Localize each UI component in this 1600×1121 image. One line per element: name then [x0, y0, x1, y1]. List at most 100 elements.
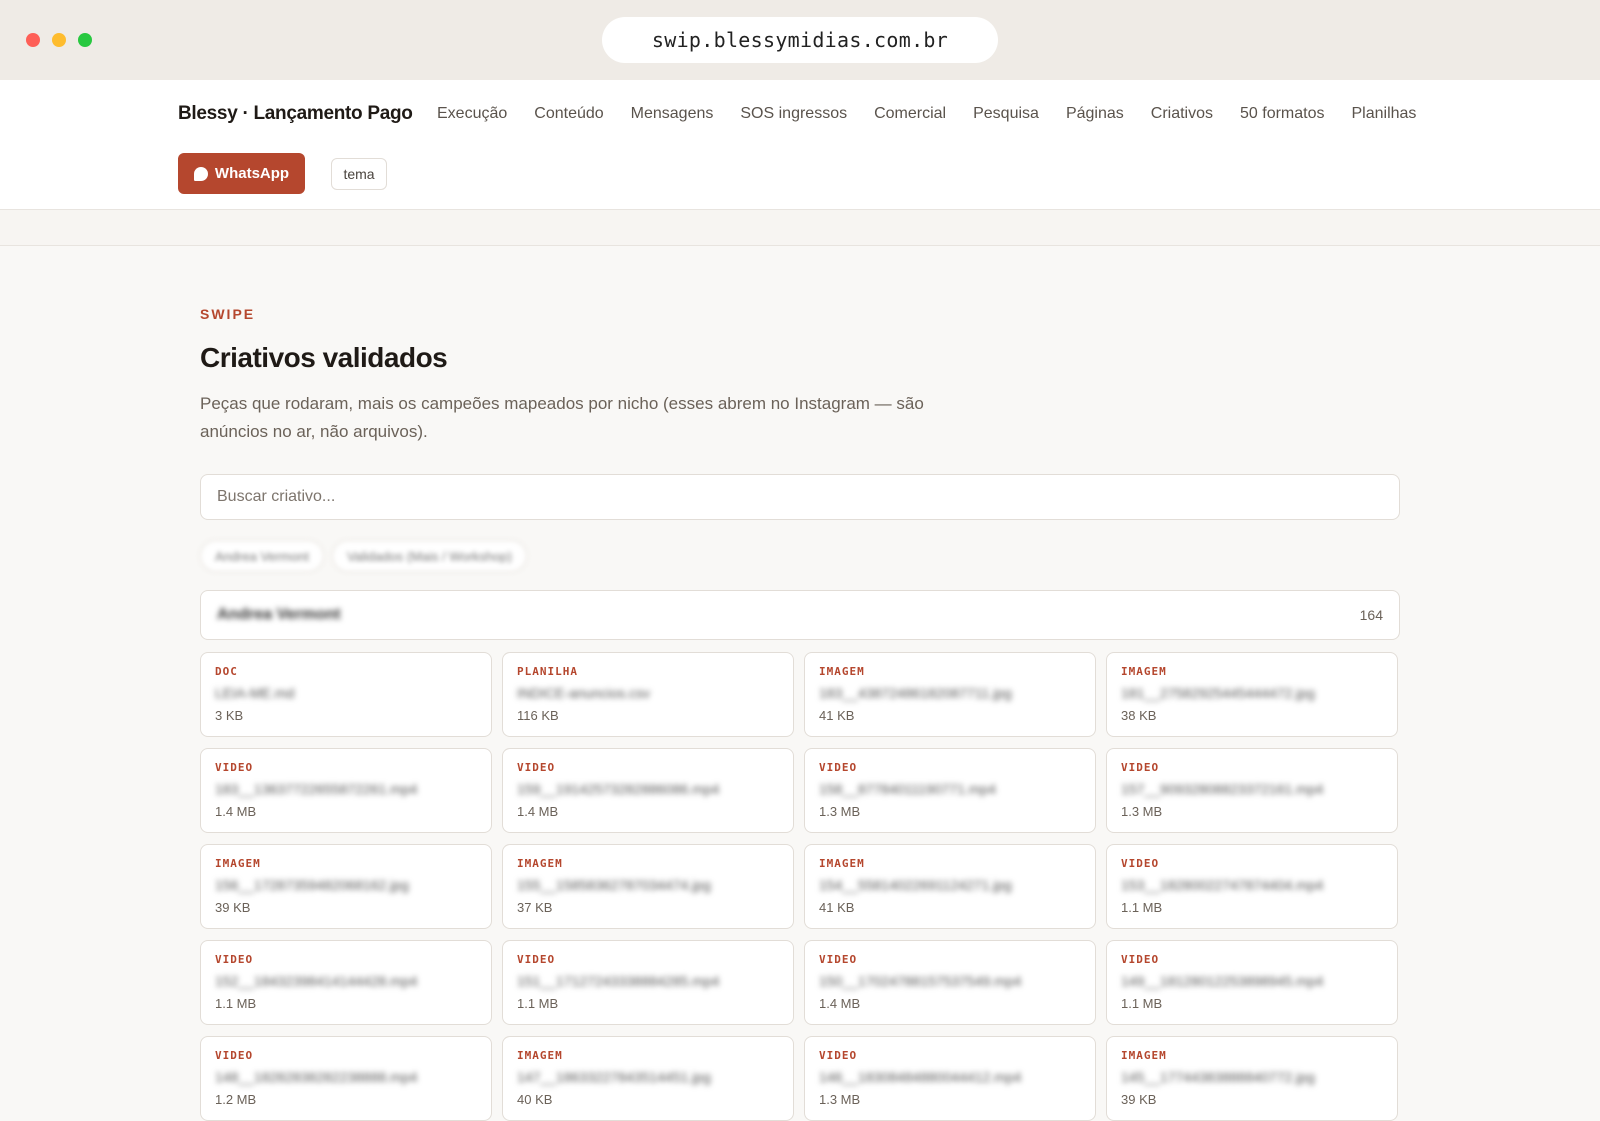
card-type: IMAGEM — [517, 857, 563, 870]
card-size: 38 KB — [1121, 708, 1157, 723]
creative-card[interactable]: IMAGEM 181__27582925445444472.jpg 38 KB — [1106, 652, 1398, 737]
card-size: 3 KB — [215, 708, 244, 723]
address-bar[interactable]: swip.blessymidias.com.br — [602, 17, 998, 63]
card-type: IMAGEM — [819, 665, 865, 678]
sub-band — [0, 210, 1600, 246]
creative-card[interactable]: VIDEO 153__18280022747874404.mp4 1.1 MB — [1106, 844, 1398, 929]
browser-chrome: swip.blessymidias.com.br — [0, 0, 1600, 80]
creative-card[interactable]: IMAGEM 156__17287359482068162.jpg 39 KB — [200, 844, 492, 929]
creative-card[interactable]: IMAGEM 155__15858362787034474.jpg 37 KB — [502, 844, 794, 929]
group-header[interactable]: Andrea Vermont 164 — [200, 590, 1400, 640]
card-name: 148__18282838282238888.mp4 — [215, 1069, 418, 1085]
creative-card[interactable]: VIDEO 150__17024788157537549.mp4 1.4 MB — [804, 940, 1096, 1025]
card-type: VIDEO — [215, 953, 254, 966]
card-name: INDICE-anuncios.csv — [517, 685, 651, 701]
card-size: 1.4 MB — [517, 804, 559, 819]
card-name: 146__18308484880044412.mp4 — [819, 1069, 1022, 1085]
card-type: VIDEO — [1121, 953, 1160, 966]
top-nav: Blessy · Lançamento Pago Execução Conteúd… — [0, 80, 1600, 210]
card-name: LEIA-ME.md — [215, 685, 295, 701]
creative-card[interactable]: VIDEO 149__18128012253898945.mp4 1.1 MB — [1106, 940, 1398, 1025]
card-name: 153__18280022747874404.mp4 — [1121, 877, 1324, 893]
nav-links: Execução Conteúdo Mensagens SOS ingressos Co… — [437, 94, 1443, 134]
card-type: VIDEO — [1121, 857, 1160, 870]
creative-card[interactable]: IMAGEM 147__18633227843514451.jpg 40 KB — [502, 1036, 794, 1121]
filter-chip[interactable]: Validados (Mais / Workshop) — [331, 540, 527, 572]
creative-card[interactable]: IMAGEM 154__55814022691124271.jpg 41 KB — [804, 844, 1096, 929]
card-type: VIDEO — [517, 953, 556, 966]
card-name: 183__13637722655872261.mp4 — [215, 781, 418, 797]
filter-chip[interactable]: Andrea Vermont — [200, 540, 324, 572]
card-type: IMAGEM — [1121, 665, 1167, 678]
card-name: 181__27582925445444472.jpg — [1121, 685, 1315, 701]
card-size: 1.1 MB — [517, 996, 559, 1011]
card-size: 1.3 MB — [819, 1092, 861, 1107]
card-size: 1.1 MB — [1121, 900, 1163, 915]
card-name: 183__43872486182087711.jpg — [819, 685, 1012, 701]
card-size: 1.3 MB — [1121, 804, 1163, 819]
card-name: 150__17024788157537549.mp4 — [819, 973, 1022, 989]
card-size: 41 KB — [819, 708, 855, 723]
card-name: 151__17127243338884285.mp4 — [517, 973, 720, 989]
card-name: 152__18432398414144428.mp4 — [215, 973, 418, 989]
card-type: VIDEO — [517, 761, 556, 774]
search-input[interactable] — [200, 474, 1400, 520]
card-name: 147__18633227843514451.jpg — [517, 1069, 711, 1085]
nav-link[interactable]: Pesquisa — [973, 105, 1039, 123]
nav-link[interactable]: Mensagens — [631, 105, 714, 123]
card-name: 149__18128012253898945.mp4 — [1121, 973, 1324, 989]
card-type: DOC — [215, 665, 238, 678]
card-size: 41 KB — [819, 900, 855, 915]
creative-card[interactable]: VIDEO 148__18282838282238888.mp4 1.2 MB — [200, 1036, 492, 1121]
card-size: 1.3 MB — [819, 804, 861, 819]
card-size: 39 KB — [215, 900, 251, 915]
card-name: 145__17744383888840772.jpg — [1121, 1069, 1315, 1085]
nav-link[interactable]: SOS ingressos — [740, 105, 847, 123]
creative-card[interactable]: DOC LEIA-ME.md 3 KB — [200, 652, 492, 737]
card-size: 1.4 MB — [819, 996, 861, 1011]
card-size: 1.2 MB — [215, 1092, 257, 1107]
creative-card[interactable]: VIDEO 157__90932808823372161.mp4 1.3 MB — [1106, 748, 1398, 833]
nav-link[interactable]: 50 formatos — [1240, 105, 1324, 123]
card-size: 1.1 MB — [1121, 996, 1163, 1011]
main-content: SWIPE Criativos validados Peças que roda… — [200, 306, 1400, 1121]
card-type: IMAGEM — [517, 1049, 563, 1062]
creative-card[interactable]: IMAGEM 145__17744383888840772.jpg 39 KB — [1106, 1036, 1398, 1121]
group-count: 164 — [1359, 607, 1383, 623]
nav-link[interactable]: Páginas — [1066, 105, 1124, 123]
page-title: Criativos validados — [200, 342, 448, 373]
card-size: 39 KB — [1121, 1092, 1157, 1107]
creative-card[interactable]: VIDEO 183__13637722655872261.mp4 1.4 MB — [200, 748, 492, 833]
card-type: VIDEO — [1121, 761, 1160, 774]
nav-link[interactable]: Execução — [437, 105, 507, 123]
creative-card[interactable]: VIDEO 158__87784011190771.mp4 1.3 MB — [804, 748, 1096, 833]
card-type: IMAGEM — [215, 857, 261, 870]
nav-link[interactable]: Comercial — [874, 105, 946, 123]
theme-button[interactable]: tema — [331, 158, 387, 190]
card-size: 1.4 MB — [215, 804, 257, 819]
minimize-window-icon[interactable] — [52, 33, 66, 47]
card-type: IMAGEM — [819, 857, 865, 870]
creative-card[interactable]: IMAGEM 183__43872486182087711.jpg 41 KB — [804, 652, 1096, 737]
card-type: VIDEO — [215, 761, 254, 774]
nav-link[interactable]: Planilhas — [1351, 105, 1416, 123]
card-size: 116 KB — [517, 708, 559, 723]
whatsapp-button[interactable]: WhatsApp — [178, 153, 305, 194]
card-name: 156__17287359482068162.jpg — [215, 877, 409, 893]
nav-link[interactable]: Conteúdo — [534, 105, 603, 123]
creative-card[interactable]: VIDEO 152__18432398414144428.mp4 1.1 MB — [200, 940, 492, 1025]
group-name: Andrea Vermont — [217, 606, 341, 623]
creative-card[interactable]: VIDEO 151__17127243338884285.mp4 1.1 MB — [502, 940, 794, 1025]
creative-card[interactable]: VIDEO 146__18308484880044412.mp4 1.3 MB — [804, 1036, 1096, 1121]
nav-link[interactable]: Criativos — [1151, 105, 1213, 123]
maximize-window-icon[interactable] — [78, 33, 92, 47]
creative-card[interactable]: PLANILHA INDICE-anuncios.csv 116 KB — [502, 652, 794, 737]
brand-title[interactable]: Blessy · Lançamento Pago — [178, 94, 413, 134]
section-eyebrow: SWIPE — [200, 306, 256, 322]
creative-card[interactable]: VIDEO 159__19142573282886086.mp4 1.4 MB — [502, 748, 794, 833]
card-name: 158__87784011190771.mp4 — [819, 781, 996, 797]
card-type: IMAGEM — [1121, 1049, 1167, 1062]
close-window-icon[interactable] — [26, 33, 40, 47]
card-type: VIDEO — [819, 761, 858, 774]
card-name: 155__15858362787034474.jpg — [517, 877, 711, 893]
